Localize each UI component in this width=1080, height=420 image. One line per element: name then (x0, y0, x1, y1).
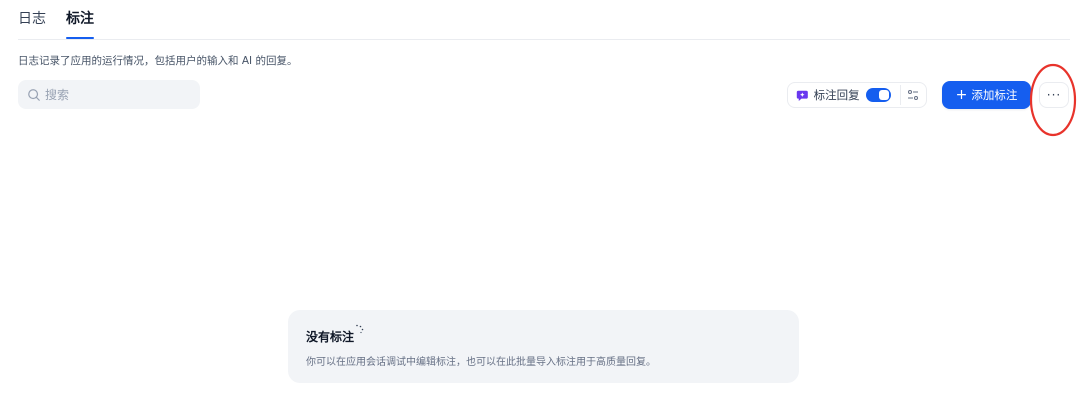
annotation-reply-control: 标注回复 (787, 82, 927, 108)
add-annotation-label: 添加标注 (971, 88, 1018, 102)
add-annotation-button[interactable]: + 添加标注 (942, 81, 1031, 109)
message-icon (796, 90, 808, 101)
empty-state-header: 没有标注 (306, 324, 781, 345)
tab-annotations[interactable]: 标注 (66, 8, 94, 39)
empty-state-title: 没有标注 (306, 330, 355, 344)
plus-icon: + (955, 86, 968, 103)
toggle-knob (878, 90, 889, 100)
ellipsis-icon: ··· (1046, 88, 1062, 102)
annotation-reply-toggle[interactable] (865, 88, 891, 102)
search-box[interactable] (18, 80, 200, 109)
tab-bar: 日志 标注 (18, 8, 94, 39)
more-options-button[interactable]: ··· (1039, 82, 1069, 108)
reply-settings-button[interactable] (901, 83, 926, 107)
sparkle-icon (356, 324, 364, 334)
empty-state-card: 没有标注 你可以在应用会话调试中编辑标注，也可以在此批量导入标注用于高质量回复。 (288, 310, 799, 383)
settings-sliders-icon (908, 90, 919, 100)
annotation-reply-label: 标注回复 (813, 88, 860, 102)
annotations-page: 日志 标注 日志记录了应用的运行情况，包括用户的输入和 AI 的回复。 标注回复 (0, 0, 1080, 420)
tab-logs[interactable]: 日志 (18, 8, 46, 32)
page-description: 日志记录了应用的运行情况，包括用户的输入和 AI 的回复。 (18, 55, 298, 67)
search-icon (28, 88, 40, 101)
empty-state-description: 你可以在应用会话调试中编辑标注，也可以在此批量导入标注用于高质量回复。 (306, 357, 656, 368)
tabs-divider (18, 39, 1070, 40)
search-input[interactable] (45, 87, 185, 102)
